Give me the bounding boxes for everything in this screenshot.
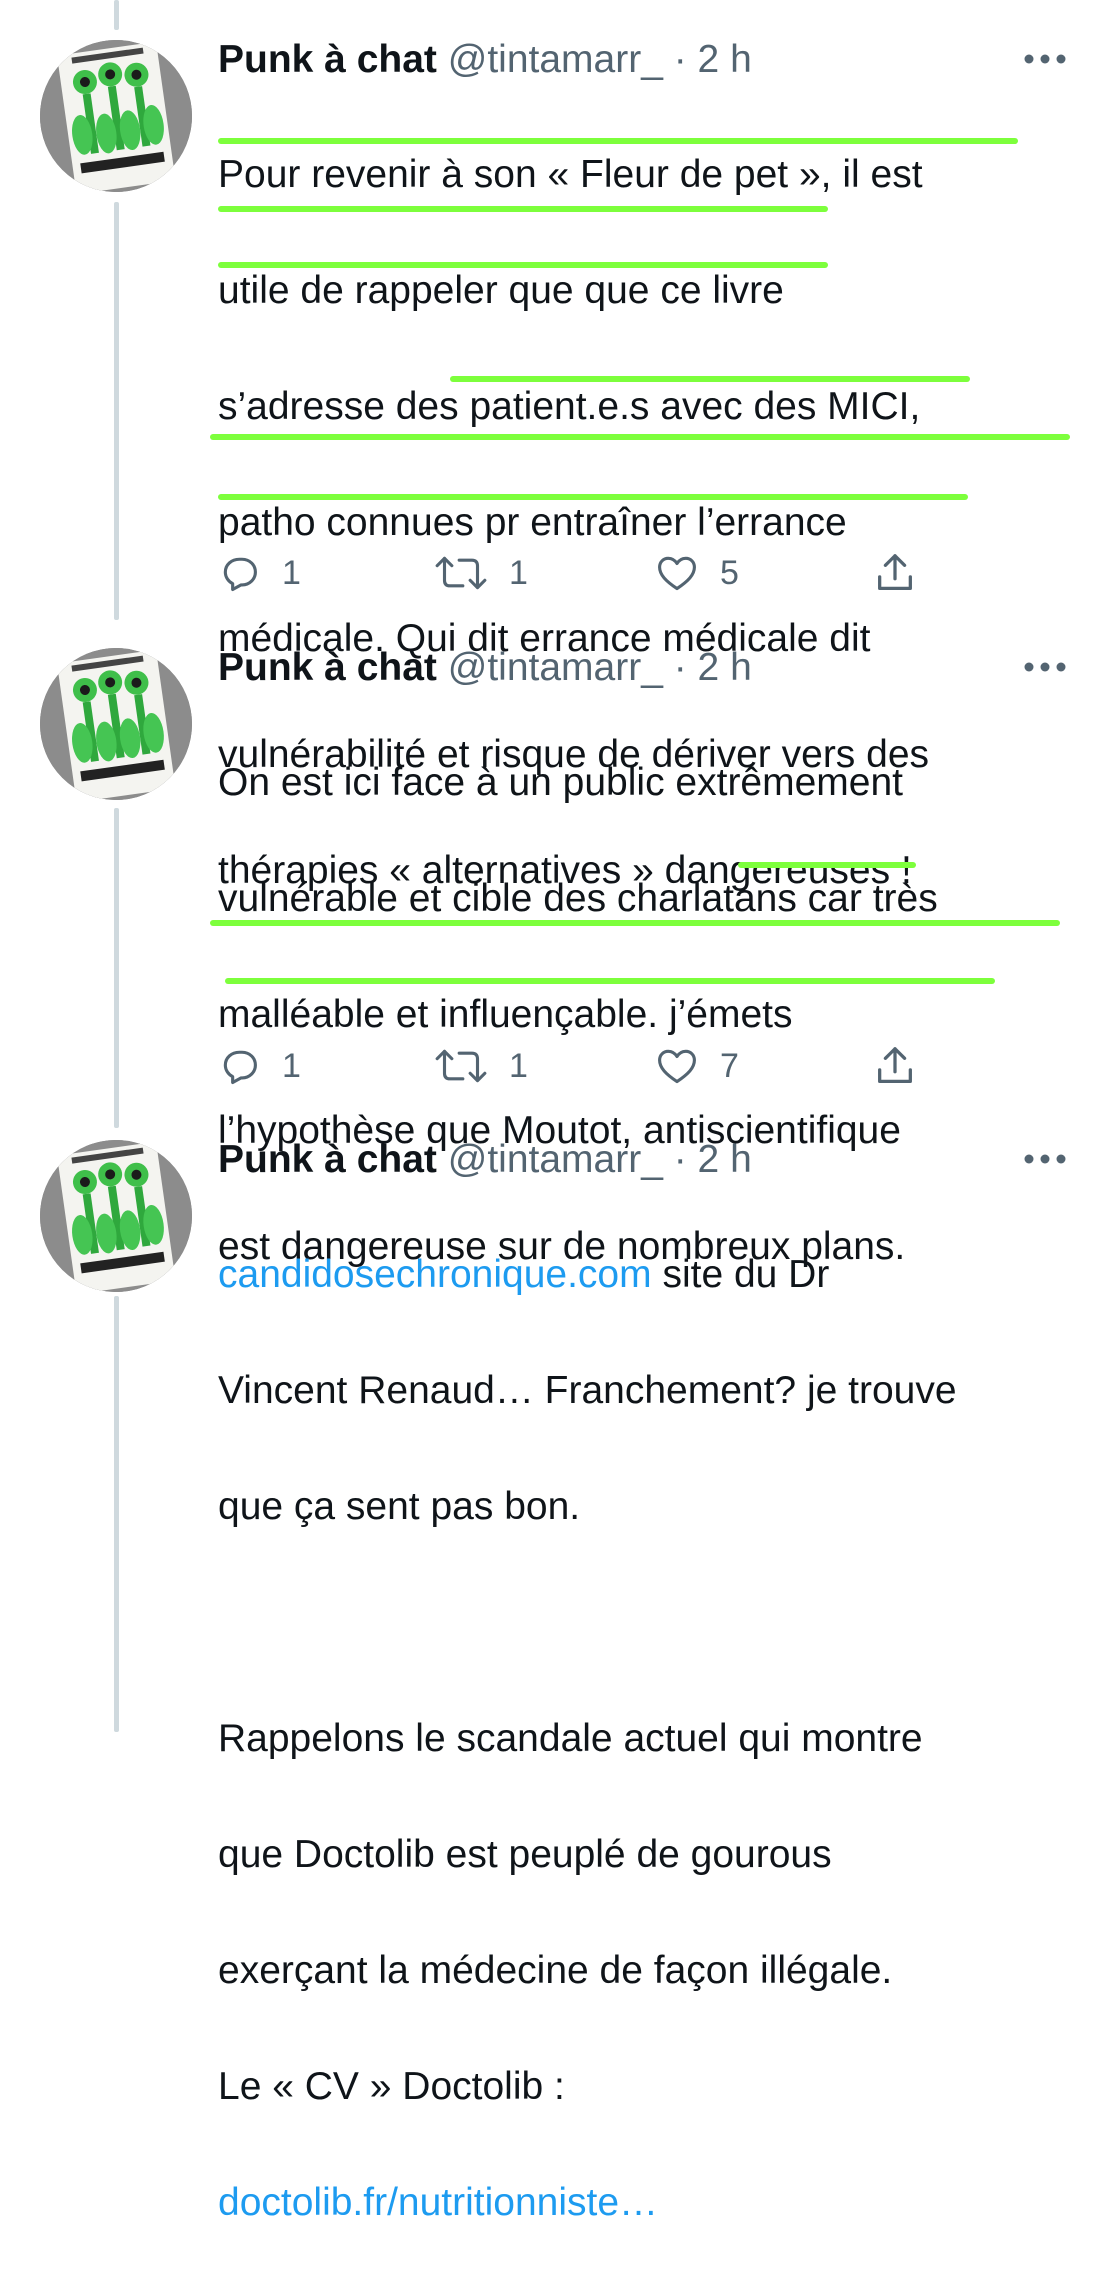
reply-count: 1 bbox=[282, 553, 301, 592]
tweet[interactable]: Punk à chat @tintamarr_ · 2 h Pour reven… bbox=[0, 30, 1109, 892]
tweet-text-line: Pour revenir à son « Fleur de pet », il … bbox=[218, 153, 923, 196]
author-handle-time[interactable]: @tintamarr_ · 2 h bbox=[448, 646, 752, 689]
author-name[interactable]: Punk à chat bbox=[218, 38, 437, 81]
tweet-header: Punk à chat @tintamarr_ · 2 h bbox=[218, 638, 752, 698]
tweet-text-line: s’adresse des patient.e.s avec des MICI, bbox=[218, 385, 921, 428]
tweet-text-line: Vincent Renaud… Franchement? je trouve bbox=[218, 1369, 957, 1412]
more-icon bbox=[1024, 54, 1066, 64]
tweet-actions: 1 1 5 bbox=[218, 543, 958, 603]
like-button[interactable]: 7 bbox=[654, 1036, 739, 1096]
highlight-underline bbox=[210, 920, 1060, 926]
tweet-actions: 1 1 7 bbox=[218, 1036, 958, 1096]
tweet-text-line: exerçant la médecine de façon illégale. bbox=[218, 1949, 893, 1992]
highlight-underline bbox=[225, 978, 995, 984]
tweet-text: candidosechronique.com site du Dr Vincen… bbox=[218, 1188, 1078, 2290]
more-options-button[interactable] bbox=[1020, 34, 1070, 84]
like-button[interactable]: 5 bbox=[654, 543, 739, 603]
thread-line bbox=[114, 0, 119, 30]
tweet-text-line: On est ici face à un public extrêmement bbox=[218, 761, 903, 804]
retweet-icon bbox=[435, 556, 487, 590]
highlight-underline bbox=[210, 434, 1070, 440]
highlight-underline bbox=[218, 494, 968, 500]
retweet-icon bbox=[435, 1049, 487, 1083]
avatar[interactable] bbox=[40, 1140, 192, 1292]
avatar[interactable] bbox=[40, 648, 192, 800]
share-button[interactable] bbox=[872, 543, 918, 603]
retweet-count: 1 bbox=[509, 553, 528, 592]
author-name[interactable]: Punk à chat bbox=[218, 646, 437, 689]
website-link[interactable]: candidosechronique.com bbox=[218, 1253, 652, 1296]
tweet-text-line: que Doctolib est peuplé de gourous bbox=[218, 1833, 832, 1876]
avatar-image bbox=[40, 40, 192, 192]
like-count: 5 bbox=[720, 553, 739, 592]
author-name[interactable]: Punk à chat bbox=[218, 1138, 437, 1181]
tweet-text-fragment: site du Dr bbox=[651, 1253, 830, 1296]
tweet-text-line bbox=[218, 1594, 1078, 1652]
share-button[interactable] bbox=[872, 1036, 918, 1096]
doctolib-link[interactable]: doctolib.fr/nutritionniste… bbox=[218, 2174, 1078, 2232]
tweet-text-line: Rappelons le scandale actuel qui montre bbox=[218, 1717, 923, 1760]
tweet-text-line: candidosechronique.com site du Dr bbox=[218, 1246, 1078, 1304]
highlight-underline bbox=[218, 262, 828, 268]
highlight-underline bbox=[450, 376, 970, 382]
author-handle-time[interactable]: @tintamarr_ · 2 h bbox=[448, 38, 752, 81]
avatar-image bbox=[40, 648, 192, 800]
heart-icon bbox=[658, 1049, 696, 1084]
author-handle-time[interactable]: @tintamarr_ · 2 h bbox=[448, 1138, 752, 1181]
retweet-button[interactable]: 1 bbox=[433, 543, 528, 603]
more-options-button[interactable] bbox=[1020, 1134, 1070, 1184]
tweet[interactable]: Punk à chat @tintamarr_ · 2 h On est ici… bbox=[0, 638, 1109, 1268]
tweet-text-line: utile de rappeler que que ce livre bbox=[218, 269, 784, 312]
avatar-image bbox=[40, 1140, 192, 1292]
avatar[interactable] bbox=[40, 40, 192, 192]
tweet-text-line: Le « CV » Doctolib : bbox=[218, 2065, 565, 2108]
more-options-button[interactable] bbox=[1020, 642, 1070, 692]
share-icon bbox=[878, 554, 912, 590]
more-icon bbox=[1024, 1154, 1066, 1164]
share-icon bbox=[878, 1047, 912, 1083]
highlight-underline bbox=[738, 862, 916, 868]
reply-count: 1 bbox=[282, 1046, 301, 1085]
reply-button[interactable]: 1 bbox=[218, 543, 301, 603]
highlight-underline bbox=[218, 206, 828, 212]
tweet-header: Punk à chat @tintamarr_ · 2 h bbox=[218, 1130, 752, 1190]
reply-icon bbox=[223, 557, 257, 592]
tweet-header: Punk à chat @tintamarr_ · 2 h bbox=[218, 30, 752, 90]
highlight-underline bbox=[218, 138, 1018, 144]
retweet-button[interactable]: 1 bbox=[433, 1036, 528, 1096]
reply-button[interactable]: 1 bbox=[218, 1036, 301, 1096]
like-count: 7 bbox=[720, 1046, 739, 1085]
tweet-text-line: que ça sent pas bon. bbox=[218, 1485, 581, 1528]
retweet-count: 1 bbox=[509, 1046, 528, 1085]
heart-icon bbox=[658, 556, 696, 591]
reply-icon bbox=[223, 1050, 257, 1085]
tweet[interactable]: Punk à chat @tintamarr_ · 2 h candidosec… bbox=[0, 1130, 1109, 2224]
more-icon bbox=[1024, 662, 1066, 672]
